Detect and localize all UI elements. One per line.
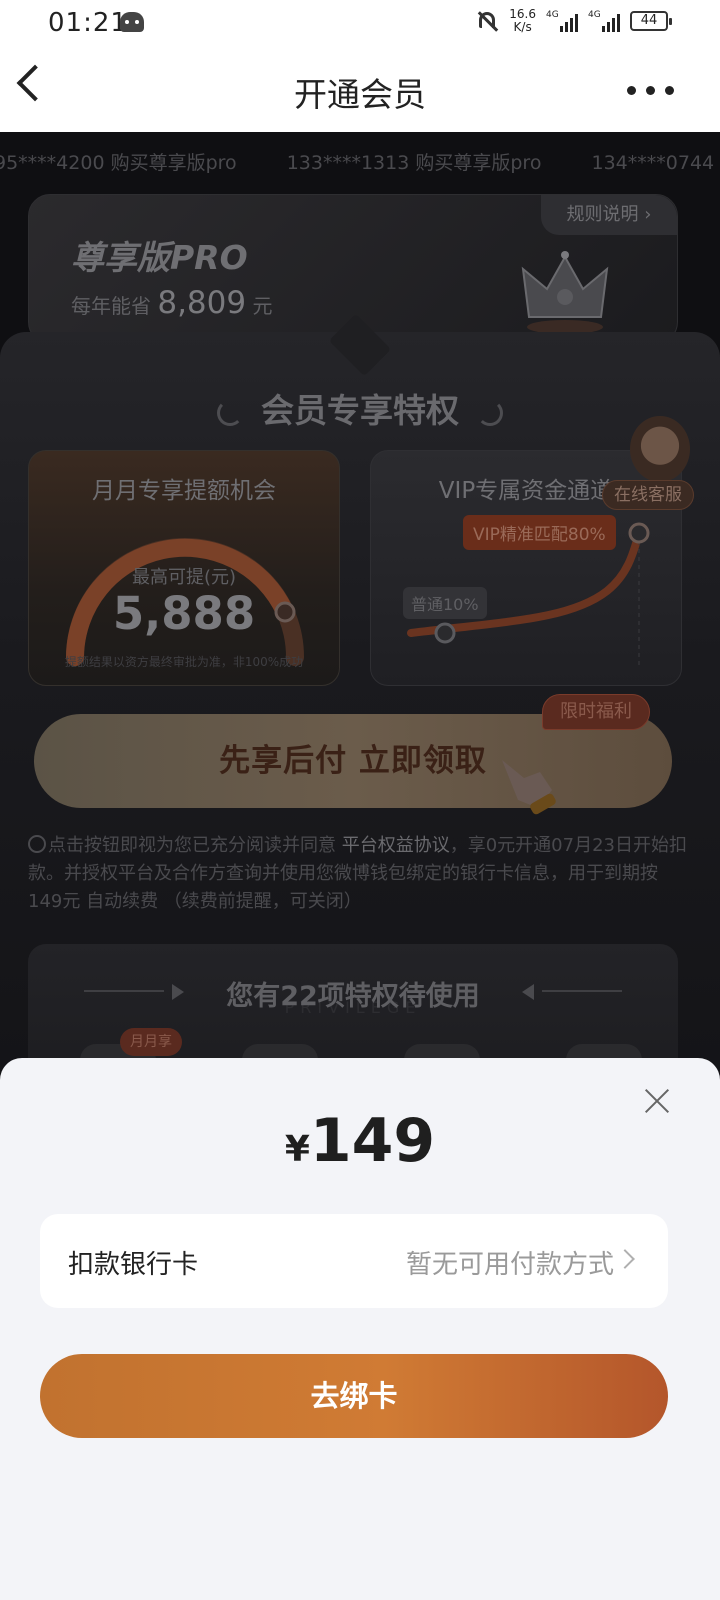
- speed-value: 16.6: [509, 7, 536, 21]
- signal-icon: 4G: [546, 10, 578, 32]
- service-label: 在线客服: [602, 480, 694, 510]
- quota-note: 提额结果以资方最终审批为准，非100%成功: [64, 655, 304, 669]
- crown-icon: [521, 251, 609, 334]
- quota-label: 最高可提(元): [131, 567, 237, 588]
- laurel-left-icon: [217, 399, 243, 426]
- privileges-title: 您有22项特权待使用: [226, 981, 480, 1012]
- limited-badge: 限时福利: [542, 694, 650, 730]
- status-bar: 01:21 16.6 K/s 4G 4G 44: [0, 0, 720, 48]
- bank-card-row[interactable]: 扣款银行卡 暂无可用付款方式: [40, 1214, 668, 1308]
- mute-icon: [475, 9, 499, 33]
- battery-icon: 44: [630, 11, 672, 31]
- nav-bar: 开通会员: [0, 48, 720, 132]
- normal-match-tag: 普通10%: [403, 587, 487, 619]
- chevron-right-icon: [615, 1249, 635, 1269]
- saving-unit: 元: [252, 294, 273, 318]
- vip-match-tag: VIP精准匹配80%: [463, 515, 616, 550]
- bank-card-label: 扣款银行卡: [68, 1250, 199, 1280]
- ticker-item: 95****4200 购买尊享版pro: [0, 152, 237, 174]
- agreement-part1: 点击按钮即视为您已充分阅读并同意: [48, 835, 336, 856]
- laurel-right-icon: [477, 399, 503, 426]
- ticker-item: 133****1313 购买尊享版pro: [286, 152, 542, 174]
- payment-sheet: ¥149 扣款银行卡 暂无可用付款方式 去绑卡: [0, 1058, 720, 1600]
- more-icon[interactable]: [627, 86, 674, 95]
- section-title-text: 会员专享特权: [261, 391, 459, 430]
- rules-link[interactable]: 规则说明 ›: [541, 195, 677, 235]
- divider-right: [542, 990, 622, 992]
- ticker-item: 134****0744 购买尊享版pro: [591, 152, 720, 174]
- arrow-left-icon: [522, 984, 534, 1000]
- quota-value: 5,888: [112, 587, 256, 640]
- plan-name: 尊享版PRO: [71, 238, 248, 277]
- quota-card[interactable]: 月月专享提额机会 最高可提(元) 5,888 提额结果以资方最终审批为准，非10…: [28, 450, 340, 686]
- android-icon: [120, 12, 144, 32]
- saving-prefix: 每年能省: [71, 294, 151, 318]
- page-title: 开通会员: [294, 75, 426, 114]
- bank-card-value: 暂无可用付款方式: [405, 1250, 614, 1280]
- currency-symbol: ¥: [284, 1129, 310, 1170]
- network-type-2: 4G: [588, 10, 601, 20]
- agreement-checkbox[interactable]: [28, 835, 46, 853]
- service-avatar: [630, 416, 690, 482]
- online-service-button[interactable]: 在线客服: [602, 414, 706, 514]
- network-speed: 16.6 K/s: [509, 8, 536, 34]
- status-icons: 16.6 K/s 4G 4G 44: [475, 8, 672, 34]
- annual-saving: 每年能省 8,809 元: [71, 285, 272, 321]
- agreement-link[interactable]: 平台权益协议: [342, 835, 450, 856]
- speed-unit: K/s: [513, 20, 532, 34]
- signal-icon-2: 4G: [588, 10, 620, 32]
- clock: 01:21: [48, 8, 128, 38]
- payment-amount: ¥149: [0, 1106, 720, 1176]
- purchase-ticker: 95****4200 购买尊享版pro 133****1313 购买尊享版pro…: [0, 148, 720, 175]
- pointing-hand-icon: [502, 760, 556, 815]
- monthly-tag: 月月享: [120, 1028, 182, 1056]
- agreement-text: 点击按钮即视为您已充分阅读并同意 平台权益协议，享0元开通07月23日开始扣款。…: [28, 832, 688, 916]
- bind-card-button[interactable]: 去绑卡: [40, 1354, 668, 1438]
- amount-value: 149: [309, 1106, 436, 1176]
- quota-card-title: 月月专享提额机会: [92, 478, 276, 504]
- saving-amount: 8,809: [157, 285, 247, 321]
- network-type: 4G: [546, 10, 559, 20]
